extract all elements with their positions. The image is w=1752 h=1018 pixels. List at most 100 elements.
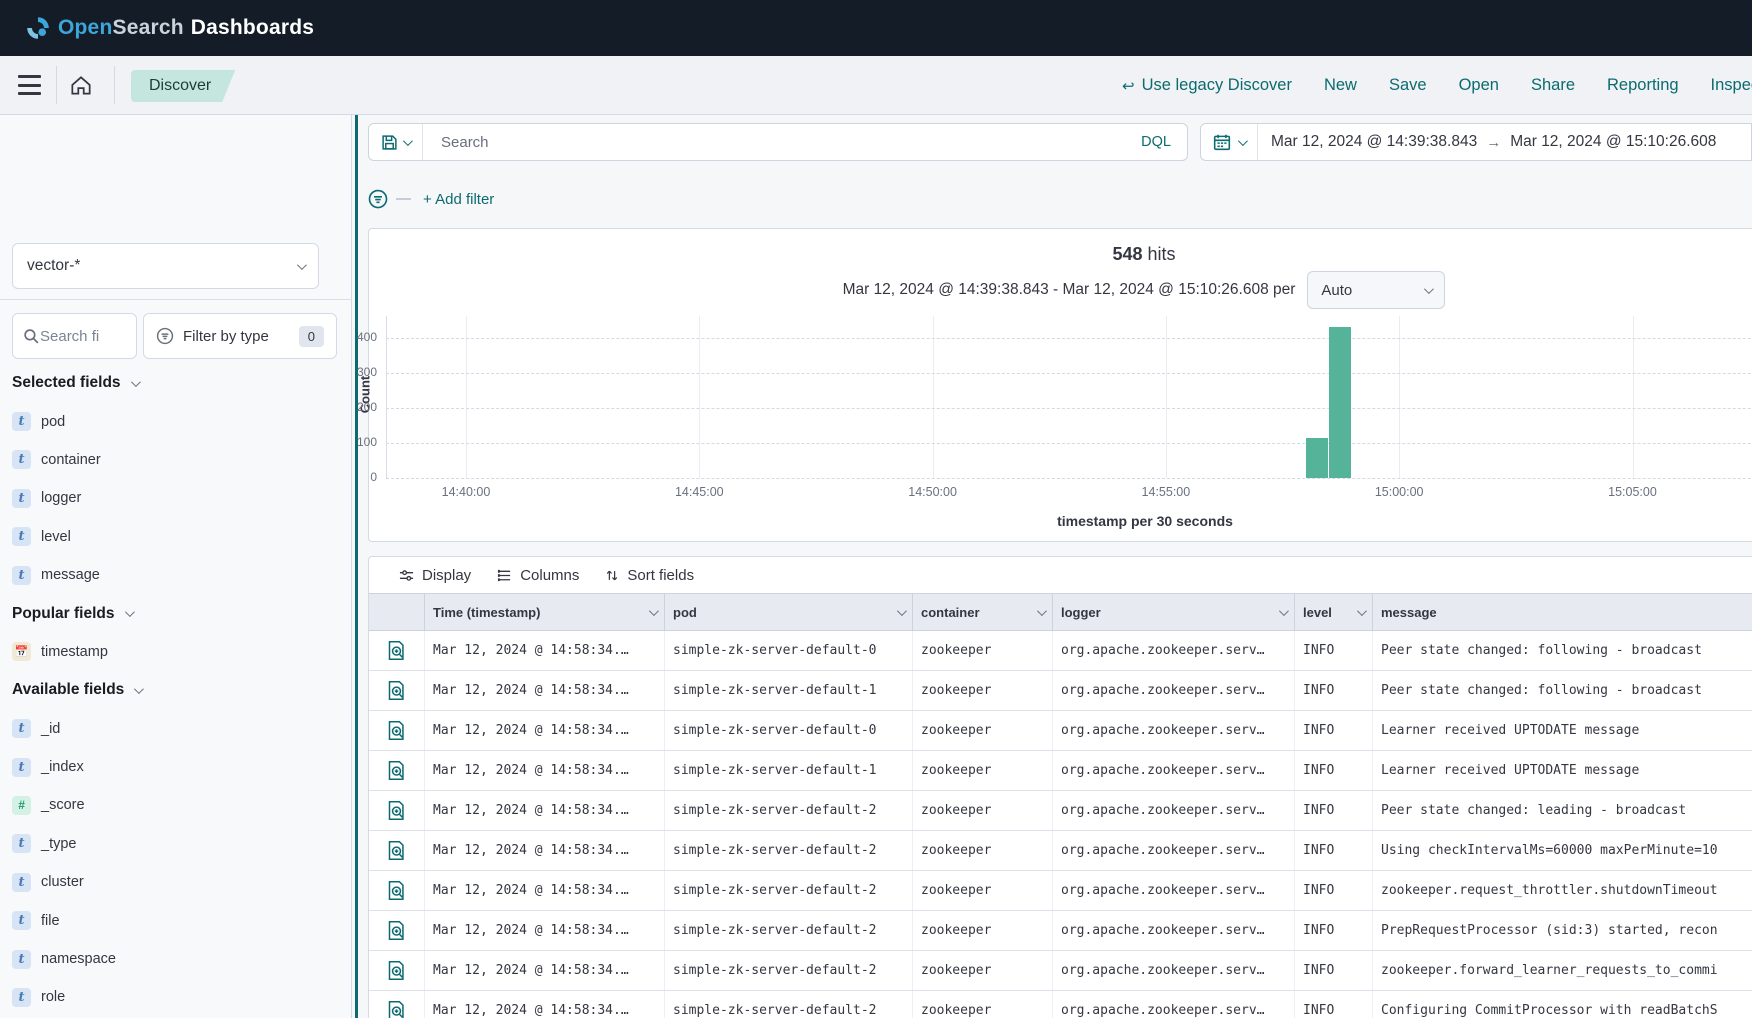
interval-select[interactable]: Auto [1307, 271, 1445, 309]
display-button[interactable]: Display [399, 567, 471, 584]
expand-document-button[interactable] [369, 871, 425, 910]
field-type-icon: t [12, 758, 31, 777]
field-name: _score [41, 797, 85, 813]
x-tick-label: 14:45:00 [664, 485, 734, 499]
x-tick-label: 14:40:00 [431, 485, 501, 499]
column-header-container[interactable]: container [913, 594, 1053, 630]
brand-dashboards: Dashboards [191, 16, 314, 39]
sort-fields-button[interactable]: Sort fields [605, 567, 694, 584]
nav-link-reporting[interactable]: Reporting [1607, 76, 1679, 95]
field-item-_index[interactable]: t_index [0, 748, 352, 786]
expand-document-button[interactable] [369, 711, 425, 750]
field-item-container[interactable]: tcontainer [0, 441, 352, 479]
cell-message: Configuring CommitProcessor with readBat… [1373, 991, 1752, 1018]
date-to[interactable]: Mar 12, 2024 @ 15:10:26.608 [1510, 133, 1716, 151]
nav-link-save[interactable]: Save [1389, 76, 1427, 95]
filter-by-type-button[interactable]: Filter by type 0 [143, 313, 337, 359]
field-type-icon: t [12, 527, 31, 546]
table-row: Mar 12, 2024 @ 14:58:34.…simple-zk-serve… [369, 791, 1752, 831]
filter-bar: + Add filter [368, 188, 494, 210]
histogram-plot[interactable] [386, 316, 1752, 478]
cell-level: INFO [1295, 751, 1373, 790]
expand-document-button[interactable] [369, 911, 425, 950]
inspect-document-icon [387, 920, 406, 941]
field-item-_score[interactable]: #_score [0, 786, 352, 824]
column-label: Time (timestamp) [433, 605, 643, 620]
add-filter-button[interactable]: + Add filter [423, 191, 494, 208]
column-header-level[interactable]: level [1295, 594, 1373, 630]
cell-message: Peer state changed: leading - broadcast [1373, 791, 1752, 830]
y-tick-label: 0 [337, 470, 377, 484]
section-heading-popular-fields[interactable]: Popular fields [0, 594, 352, 632]
column-label: message [1381, 605, 1752, 620]
inspect-document-icon [387, 640, 406, 661]
home-icon[interactable] [68, 73, 94, 99]
expand-document-button[interactable] [369, 671, 425, 710]
field-search-input[interactable] [40, 328, 120, 345]
cell-time: Mar 12, 2024 @ 14:58:34.… [425, 951, 665, 990]
menu-icon[interactable] [18, 75, 41, 95]
hits-range-row: Mar 12, 2024 @ 14:39:38.843 - Mar 12, 20… [369, 271, 1752, 309]
expand-document-button[interactable] [369, 791, 425, 830]
column-header-logger[interactable]: logger [1053, 594, 1295, 630]
nav-link-open[interactable]: Open [1459, 76, 1499, 95]
field-item-level[interactable]: tlevel [0, 518, 352, 556]
column-header-time-timestamp-[interactable]: Time (timestamp) [425, 594, 665, 630]
query-language-button[interactable]: DQL [1125, 134, 1187, 150]
sidebar-resize-handle[interactable] [355, 115, 358, 1018]
cell-time: Mar 12, 2024 @ 14:58:34.… [425, 831, 665, 870]
histogram-bar[interactable] [1306, 438, 1328, 478]
histogram-bar[interactable] [1329, 327, 1351, 478]
field-item-_type[interactable]: t_type [0, 825, 352, 863]
date-quick-menu-button[interactable] [1201, 124, 1258, 160]
global-filter-icon[interactable] [368, 189, 388, 209]
field-item-timestamp[interactable]: 📅timestamp [0, 633, 352, 671]
column-header-pod[interactable]: pod [665, 594, 913, 630]
expand-document-button[interactable] [369, 951, 425, 990]
expand-document-button[interactable] [369, 751, 425, 790]
date-from[interactable]: Mar 12, 2024 @ 14:39:38.843 [1258, 133, 1477, 151]
field-item-logger[interactable]: tlogger [0, 479, 352, 517]
field-name: logger [41, 490, 81, 506]
field-name: timestamp [41, 644, 108, 660]
saved-query-menu-button[interactable] [369, 124, 423, 160]
gridline-horizontal [386, 443, 1752, 444]
section-heading-available-fields[interactable]: Available fields [0, 671, 352, 709]
field-list: Selected fieldstpodtcontainertloggertlev… [0, 364, 352, 1017]
index-pattern-select[interactable]: vector-* [12, 243, 319, 289]
field-item-cluster[interactable]: tcluster [0, 863, 352, 901]
field-item-pod[interactable]: tpod [0, 402, 352, 440]
table-body: Mar 12, 2024 @ 14:58:34.… simple-zk-serve… [369, 631, 1752, 1018]
field-item-message[interactable]: tmessage [0, 556, 352, 594]
section-heading-selected-fields[interactable]: Selected fields [0, 364, 352, 402]
chevron-down-icon [1357, 606, 1367, 616]
nav-link-share[interactable]: Share [1531, 76, 1575, 95]
breadcrumb[interactable]: Discover [131, 70, 235, 102]
cell-pod: simple-zk-server-default-1 [665, 751, 913, 790]
columns-button[interactable]: Columns [497, 567, 579, 584]
app-title: OpenSearchDashboards [58, 16, 314, 40]
index-pattern-value: vector-* [27, 257, 297, 275]
expand-document-button[interactable] [369, 631, 425, 670]
expand-document-button[interactable] [369, 831, 425, 870]
cell-logger: org.apache.zookeeper.serv… [1053, 631, 1295, 670]
nav-link-new[interactable]: New [1324, 76, 1357, 95]
field-item-role[interactable]: trole [0, 978, 352, 1016]
table-row: Mar 12, 2024 @ 14:58:34.…simple-zk-serve… [369, 871, 1752, 911]
cell-level: INFO [1295, 831, 1373, 870]
nav-link-use-legacy-discover[interactable]: ↩Use legacy Discover [1122, 76, 1292, 95]
field-item-file[interactable]: tfile [0, 901, 352, 939]
nav-link-inspect[interactable]: Inspect [1711, 76, 1752, 95]
cell-container: zookeeper [913, 951, 1053, 990]
field-item-_id[interactable]: t_id [0, 710, 352, 748]
app-header: OpenSearchDashboards [0, 0, 1752, 56]
expand-document-button[interactable] [369, 991, 425, 1018]
documents-table: Time (timestamp) podcontainerloggerlevelm… [369, 593, 1752, 1018]
field-item-namespace[interactable]: tnamespace [0, 940, 352, 978]
arrow-right-icon: → [1477, 134, 1510, 151]
search-input[interactable]: Search [441, 134, 1125, 151]
gridline-vertical [1399, 316, 1400, 478]
column-header-message[interactable]: message [1373, 594, 1752, 630]
cell-logger: org.apache.zookeeper.serv… [1053, 711, 1295, 750]
chevron-down-icon [124, 607, 134, 617]
